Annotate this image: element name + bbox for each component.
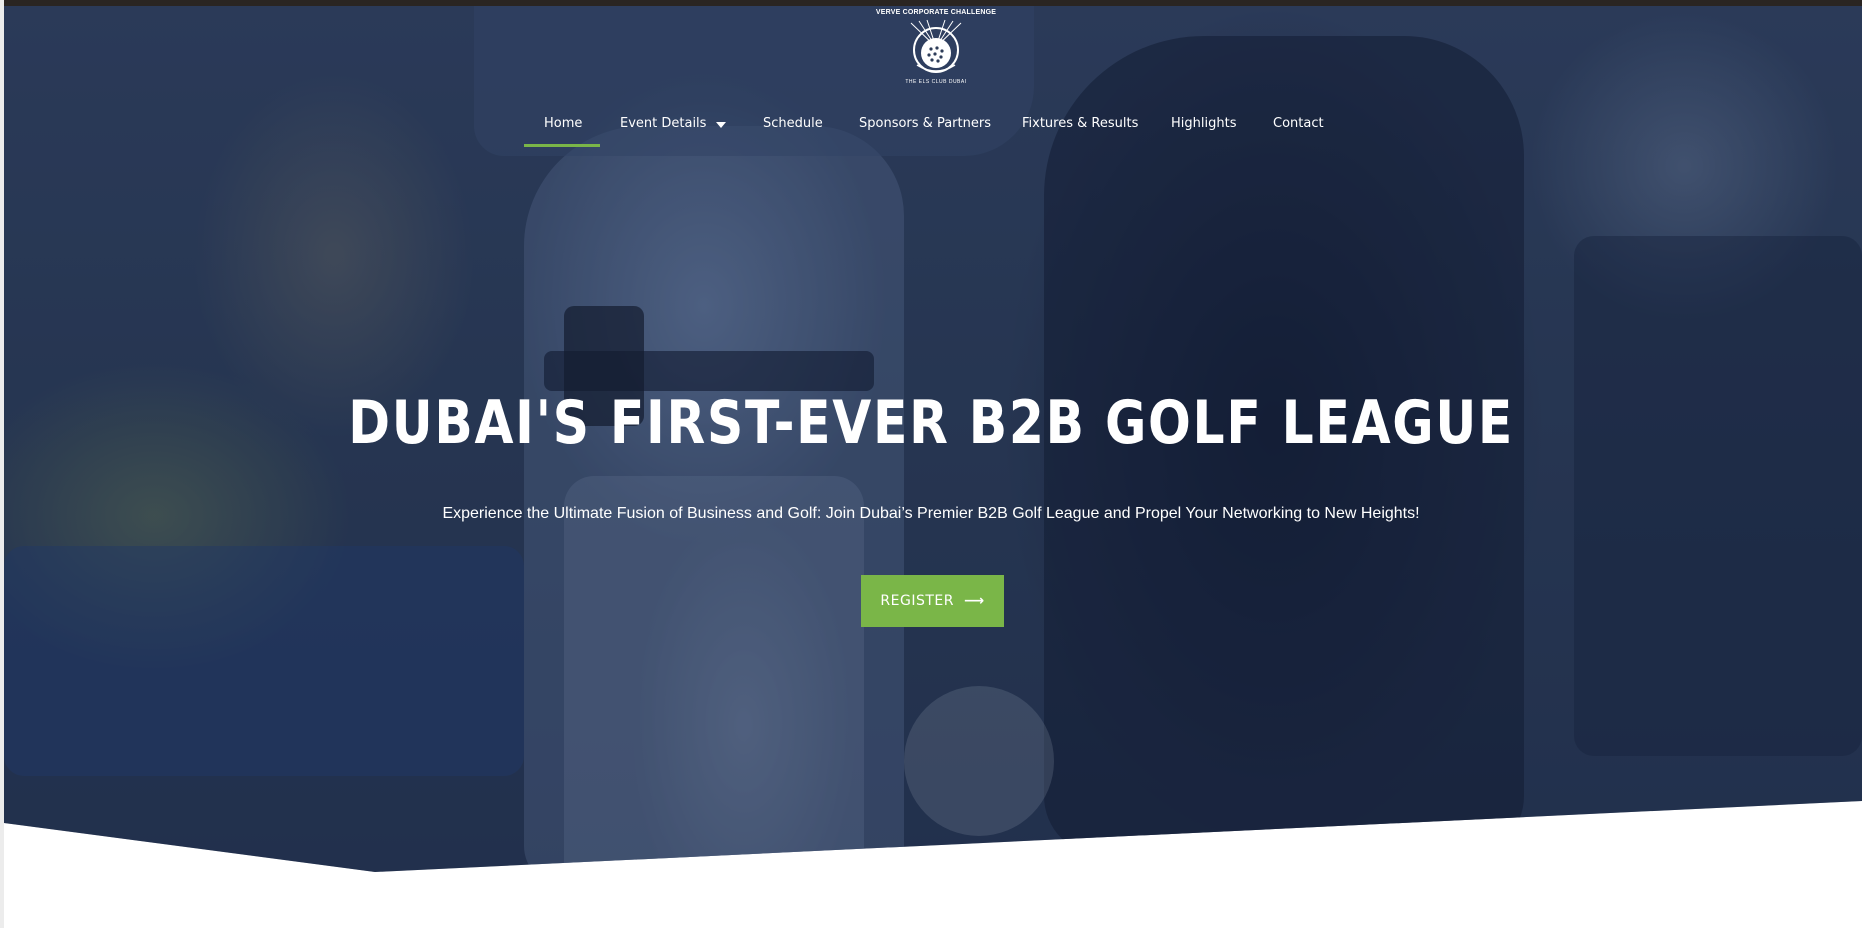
nav-item-fixtures-results[interactable]: Fixtures & Results [1022, 108, 1138, 150]
nav-item-schedule[interactable]: Schedule [763, 108, 823, 150]
nav-item-event-details[interactable]: Event Details [620, 108, 727, 150]
logo-top-text: VERVE CORPORATE CHALLENGE [875, 9, 997, 16]
site-logo[interactable]: VERVE CORPORATE CHALLENGE THE ELS CLUB D… [876, 4, 996, 94]
register-button[interactable]: REGISTER ⟶ [861, 575, 1004, 627]
page: VERVE CORPORATE CHALLENGE THE ELS CLUB D… [0, 0, 1862, 928]
hero-subtext: Experience the Ultimate Fusion of Busine… [442, 505, 1420, 522]
logo-bottom-text: THE ELS CLUB DUBAI [905, 79, 967, 85]
nav-item-contact[interactable]: Contact [1273, 108, 1324, 150]
golf-ball-logo-icon [910, 19, 962, 73]
hero-headline: DUBAI'S FIRST-EVER B2B GOLF LEAGUE [348, 388, 1515, 458]
register-button-label: REGISTER [880, 593, 954, 609]
main-nav: Home Event Details Schedule Sponsors & P… [0, 108, 1862, 150]
arrow-right-icon: ⟶ [963, 593, 985, 609]
nav-item-sponsors-partners[interactable]: Sponsors & Partners [859, 108, 991, 150]
nav-item-event-details-label: Event Details [620, 116, 707, 131]
nav-item-highlights[interactable]: Highlights [1171, 108, 1236, 150]
active-nav-underline [524, 144, 600, 147]
chevron-down-icon [716, 122, 727, 128]
